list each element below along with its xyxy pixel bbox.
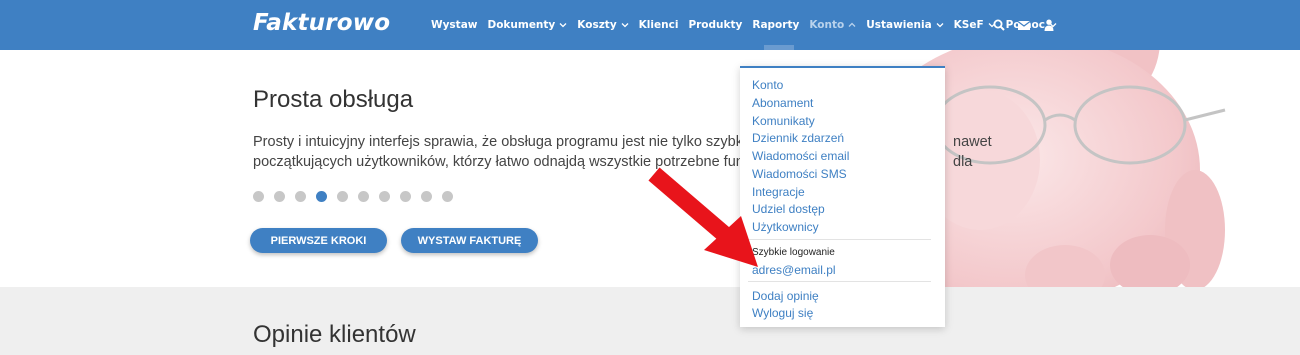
nav-ksef[interactable]: KSeF [954, 19, 996, 31]
chevron-down-icon [936, 21, 944, 29]
main-nav: Wystaw Dokumenty Koszty Klienci Produkty… [431, 0, 1067, 50]
slider-dot[interactable] [358, 191, 369, 202]
slider-dot[interactable] [421, 191, 432, 202]
nav-koszty[interactable]: Koszty [577, 19, 629, 31]
first-steps-button[interactable]: PIERWSZE KROKI [250, 228, 387, 253]
nav-produkty-label: Produkty [688, 19, 743, 31]
slider-dot[interactable] [442, 191, 453, 202]
envelope-icon[interactable] [1017, 19, 1030, 32]
section-title: Opinie klientów [253, 321, 416, 348]
nav-ustawienia-label: Ustawienia [866, 19, 932, 31]
menu-item-konto[interactable]: Konto [752, 78, 783, 92]
nav-ustawienia[interactable]: Ustawienia [866, 19, 944, 31]
slider-dot[interactable] [337, 191, 348, 202]
nav-raporty[interactable]: Raporty [752, 19, 799, 31]
slider-dots [253, 191, 463, 202]
nav-koszty-label: Koszty [577, 19, 617, 31]
nav-klienci-label: Klienci [638, 19, 679, 31]
slider-dot[interactable] [253, 191, 264, 202]
top-navbar: Fakturowo Wystaw Dokumenty Koszty Klienc… [0, 0, 1300, 50]
konto-dropdown-menu: Konto Abonament Komunikaty Dziennik zdar… [740, 66, 945, 327]
nav-dokumenty-label: Dokumenty [487, 19, 556, 31]
menu-item-abonament[interactable]: Abonament [752, 96, 813, 110]
user-icon[interactable] [1042, 19, 1055, 32]
slider-dot[interactable] [400, 191, 411, 202]
search-icon[interactable] [992, 19, 1005, 32]
chevron-down-icon [559, 21, 567, 29]
nav-raporty-label: Raporty [752, 19, 800, 31]
slider-dot-active[interactable] [316, 191, 327, 202]
nav-icons [992, 0, 1067, 50]
menu-item-dodaj-opinie[interactable]: Dodaj opinię [752, 289, 819, 303]
chevron-down-icon [621, 21, 629, 29]
slider-dot[interactable] [295, 191, 306, 202]
nav-dokumenty[interactable]: Dokumenty [487, 19, 567, 31]
issue-invoice-button[interactable]: WYSTAW FAKTURĘ [401, 228, 538, 253]
nav-wystaw-label: Wystaw [431, 19, 478, 31]
hero-text-line1: Prosty i intuicyjny interfejs sprawia, ż… [253, 134, 799, 150]
menu-divider [748, 239, 931, 240]
nav-produkty[interactable]: Produkty [688, 19, 742, 31]
menu-divider [748, 281, 931, 282]
menu-item-wyloguj[interactable]: Wyloguj się [752, 306, 813, 320]
slider-dot[interactable] [379, 191, 390, 202]
nav-konto[interactable]: Konto [809, 19, 856, 31]
hero-text-line1-right: nawet dla [953, 134, 992, 170]
nav-konto-label: Konto [809, 19, 845, 31]
nav-ksef-label: KSeF [953, 19, 984, 31]
logo[interactable]: Fakturowo [253, 10, 390, 36]
nav-klienci[interactable]: Klienci [639, 19, 679, 31]
menu-item-komunikaty[interactable]: Komunikaty [752, 114, 815, 128]
hero-title: Prosta obsługa [253, 86, 414, 113]
red-arrow-annotation [648, 167, 758, 267]
chevron-up-icon [848, 21, 856, 29]
menu-item-dziennik-zdarzen[interactable]: Dziennik zdarzeń [752, 131, 844, 145]
nav-wystaw[interactable]: Wystaw [431, 19, 477, 31]
customer-reviews-section: Opinie klientów [0, 287, 1300, 355]
slider-dot[interactable] [274, 191, 285, 202]
